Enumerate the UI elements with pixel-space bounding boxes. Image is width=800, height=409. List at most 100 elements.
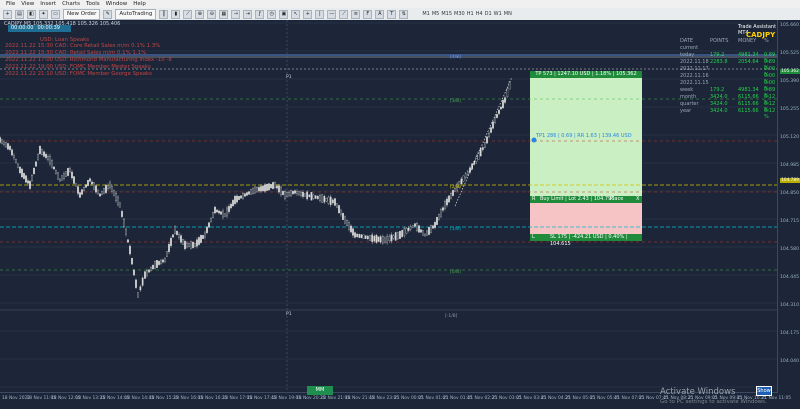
timeframe-h4[interactable]: H4 bbox=[476, 11, 483, 17]
candle bbox=[133, 269, 135, 276]
autoscroll-icon[interactable]: → bbox=[231, 9, 241, 19]
navigator-icon[interactable]: ✦ bbox=[39, 9, 48, 19]
candle bbox=[414, 223, 416, 227]
timeframe-mn[interactable]: MN bbox=[504, 11, 512, 17]
timeframe-d1[interactable]: D1 bbox=[485, 11, 492, 17]
candle bbox=[338, 205, 340, 214]
trendline-icon[interactable]: ⟋ bbox=[339, 9, 349, 19]
candle bbox=[362, 234, 365, 239]
candle bbox=[127, 239, 129, 243]
candle bbox=[464, 173, 467, 178]
candle bbox=[384, 237, 386, 243]
candle bbox=[57, 172, 59, 180]
tp1-label[interactable]: TP1 286 | 0.69 | RR 1.63 | 139.46 USD bbox=[530, 133, 648, 140]
candle bbox=[500, 106, 502, 110]
candle bbox=[158, 261, 160, 265]
candle bbox=[121, 211, 123, 217]
tile-windows-icon[interactable]: ▦ bbox=[219, 9, 229, 19]
candle bbox=[103, 188, 105, 194]
candle bbox=[418, 225, 420, 233]
chart-area[interactable]: [4/8] [3/8] [2/8] [1/8] [0/8] [-1/8] P1 P1 CADJ… bbox=[0, 20, 800, 409]
menu-window[interactable]: Window bbox=[106, 1, 128, 7]
timeframe-m1[interactable]: M1 bbox=[422, 11, 430, 17]
timeframe-h1[interactable]: H1 bbox=[467, 11, 474, 17]
timeframe-m15[interactable]: M15 bbox=[441, 11, 452, 17]
arrows-icon[interactable]: ⇅ bbox=[399, 9, 409, 19]
candle bbox=[446, 198, 448, 206]
candle bbox=[282, 191, 284, 195]
autotrading-button[interactable]: AutoTrading bbox=[115, 8, 157, 20]
new-chart-icon[interactable]: + bbox=[3, 9, 12, 19]
menu-charts[interactable]: Charts bbox=[62, 1, 80, 7]
candle bbox=[7, 143, 9, 150]
candle-chart-icon[interactable]: ▮ bbox=[171, 9, 181, 19]
label-icon[interactable]: T bbox=[387, 9, 397, 19]
candle bbox=[264, 184, 266, 192]
line-chart-icon[interactable]: ⟋ bbox=[183, 9, 193, 19]
entry-row[interactable]: R Buy Limit | Lot 2.43 | 104.790 Place X bbox=[530, 196, 642, 203]
candle bbox=[407, 227, 410, 231]
cursor-icon[interactable]: ↖ bbox=[291, 9, 301, 19]
mm-button[interactable]: MM bbox=[307, 386, 333, 395]
stats-row: month 3424.0 6115.66 6.12 % bbox=[680, 94, 776, 106]
entry-r-button[interactable]: R bbox=[532, 196, 535, 203]
place-button[interactable]: Place bbox=[610, 196, 623, 203]
bar-chart-icon[interactable]: ┃ bbox=[159, 9, 169, 19]
tp-label[interactable]: TP 573 | 1247.10 USD | 1.18% | 105.362 bbox=[530, 71, 642, 78]
candle bbox=[17, 163, 19, 168]
menu-file[interactable]: File bbox=[6, 1, 15, 7]
price-axis[interactable]: 105.660 105.525 105.390 105.255 105.120 104.9… bbox=[777, 20, 800, 392]
candle bbox=[79, 192, 81, 198]
entry-close-button[interactable]: X bbox=[636, 196, 639, 203]
timeframe-m5[interactable]: M5 bbox=[432, 11, 440, 17]
text-icon[interactable]: A bbox=[375, 9, 385, 19]
candle bbox=[1, 139, 3, 144]
show-button[interactable]: Show bbox=[756, 386, 772, 396]
periods-icon[interactable]: ◷ bbox=[267, 9, 277, 19]
timeframe-w1[interactable]: W1 bbox=[494, 11, 502, 17]
menu-tools[interactable]: Tools bbox=[86, 1, 100, 7]
price-tick: 105.255 bbox=[780, 107, 799, 112]
candle bbox=[250, 189, 252, 195]
candle bbox=[37, 154, 39, 160]
candle bbox=[39, 145, 41, 155]
zoom-out-icon[interactable]: ⊖ bbox=[207, 9, 217, 19]
timeframe-m30[interactable]: M30 bbox=[454, 11, 465, 17]
chart-shift-icon[interactable]: ⇥ bbox=[243, 9, 253, 19]
sl-l-button[interactable]: L bbox=[532, 234, 535, 241]
templates-icon[interactable]: ▣ bbox=[279, 9, 289, 19]
candle bbox=[51, 160, 53, 168]
news-item: 2022.11.22 17:00 USD: Richmond Manufactu… bbox=[5, 57, 172, 63]
price-tick: 105.660 bbox=[780, 23, 799, 28]
channel-icon[interactable]: ≡ bbox=[351, 9, 361, 19]
candle bbox=[367, 236, 369, 240]
candle bbox=[33, 167, 35, 175]
candle bbox=[272, 182, 274, 189]
crosshair-icon[interactable]: + bbox=[303, 9, 313, 19]
vertical-line-icon[interactable]: | bbox=[315, 9, 325, 19]
meta-editor-icon[interactable]: ✎ bbox=[103, 9, 113, 19]
candle bbox=[360, 234, 363, 238]
menu-insert[interactable]: Insert bbox=[40, 1, 56, 7]
price-tick: 104.445 bbox=[780, 275, 799, 280]
candle bbox=[262, 185, 264, 192]
news-item: 2022.11.22 21:10 USD: FOMC Member George… bbox=[5, 71, 152, 77]
terminal-icon[interactable]: ▭ bbox=[51, 9, 60, 19]
candle bbox=[344, 216, 346, 224]
profiles-icon[interactable]: ▤ bbox=[15, 9, 24, 19]
stats-row: 2022.11.16 0.00 % bbox=[680, 73, 776, 85]
sl-row[interactable]: L SL 175 | -424.21 USD | 0.40% | 104.615 bbox=[530, 234, 642, 247]
candle bbox=[348, 222, 350, 230]
zoom-in-icon[interactable]: ⊕ bbox=[195, 9, 205, 19]
candle bbox=[208, 222, 210, 228]
new-order-button[interactable]: New Order bbox=[63, 8, 101, 20]
indicators-icon[interactable]: ƒ bbox=[255, 9, 265, 19]
candle bbox=[392, 235, 395, 239]
candle bbox=[332, 199, 334, 204]
menu-help[interactable]: Help bbox=[133, 1, 146, 7]
fibonacci-icon[interactable]: F bbox=[363, 9, 373, 19]
horizontal-line-icon[interactable]: — bbox=[327, 9, 337, 19]
menu-view[interactable]: View bbox=[21, 1, 34, 7]
candle bbox=[117, 196, 119, 206]
market-watch-icon[interactable]: ◧ bbox=[27, 9, 36, 19]
